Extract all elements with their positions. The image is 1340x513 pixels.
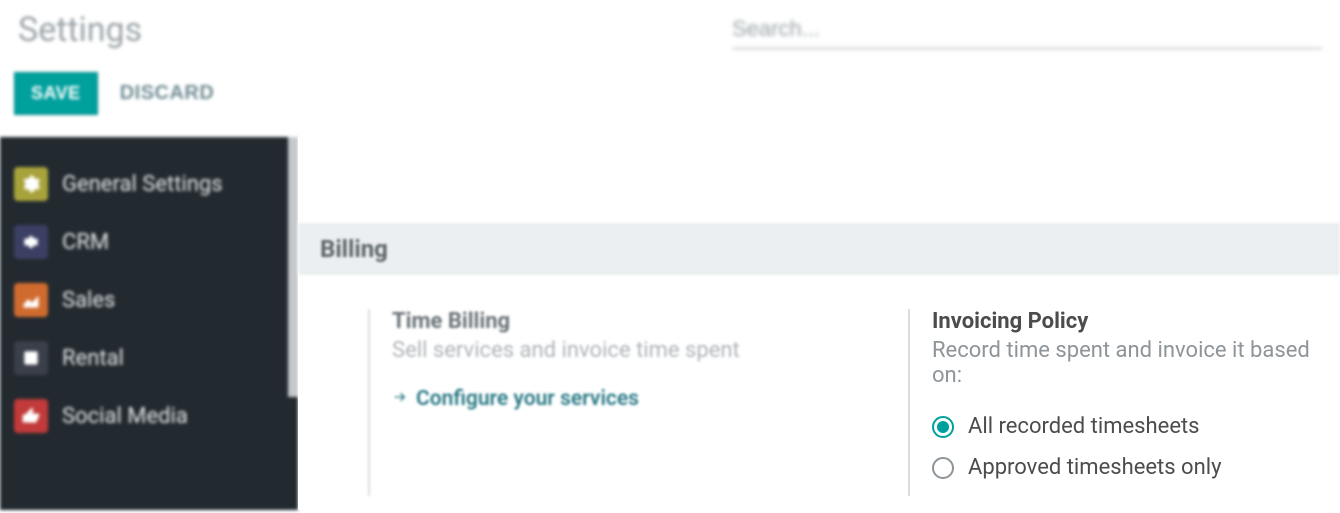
sidebar: General Settings CRM Sales Rental Social: [0, 137, 298, 510]
page-title: Settings: [18, 10, 142, 50]
sidebar-item-label: CRM: [62, 230, 109, 255]
thumbs-up-icon: [14, 399, 48, 433]
key-icon: [14, 341, 48, 375]
configure-services-link[interactable]: Configure your services: [392, 387, 908, 411]
sidebar-item-general-settings[interactable]: General Settings: [0, 155, 298, 213]
main-content: Billing Time Billing Sell services and i…: [298, 137, 1340, 510]
sidebar-item-crm[interactable]: CRM: [0, 213, 298, 271]
configure-services-label: Configure your services: [416, 387, 639, 411]
scrollbar[interactable]: [288, 137, 298, 397]
sidebar-item-label: Rental: [62, 346, 124, 371]
search-input[interactable]: [732, 12, 1322, 49]
sidebar-item-sales[interactable]: Sales: [0, 271, 298, 329]
radio-option-all-recorded[interactable]: All recorded timesheets: [932, 414, 1340, 439]
sidebar-item-label: Sales: [62, 288, 115, 313]
time-billing-desc: Sell services and invoice time spent: [392, 338, 908, 363]
invoicing-policy-title: Invoicing Policy: [932, 309, 1340, 334]
sidebar-item-label: Social Media: [62, 404, 188, 429]
discard-button[interactable]: DISCARD: [120, 82, 215, 105]
radio-label: Approved timesheets only: [968, 455, 1222, 480]
invoicing-policy-desc: Record time spent and invoice it based o…: [932, 338, 1340, 388]
section-header-billing: Billing: [298, 223, 1340, 275]
radio-icon: [932, 416, 954, 438]
arrow-right-icon: [392, 387, 408, 411]
radio-label: All recorded timesheets: [968, 414, 1200, 439]
chart-icon: [14, 283, 48, 317]
radio-option-approved-only[interactable]: Approved timesheets only: [932, 455, 1340, 480]
save-button[interactable]: SAVE: [14, 72, 98, 115]
sidebar-item-label: General Settings: [62, 172, 223, 197]
time-billing-title: Time Billing: [392, 309, 908, 334]
sidebar-item-rental[interactable]: Rental: [0, 329, 298, 387]
gear-icon: [14, 167, 48, 201]
sidebar-item-social-media[interactable]: Social Media: [0, 387, 298, 445]
radio-icon: [932, 457, 954, 479]
handshake-icon: [14, 225, 48, 259]
